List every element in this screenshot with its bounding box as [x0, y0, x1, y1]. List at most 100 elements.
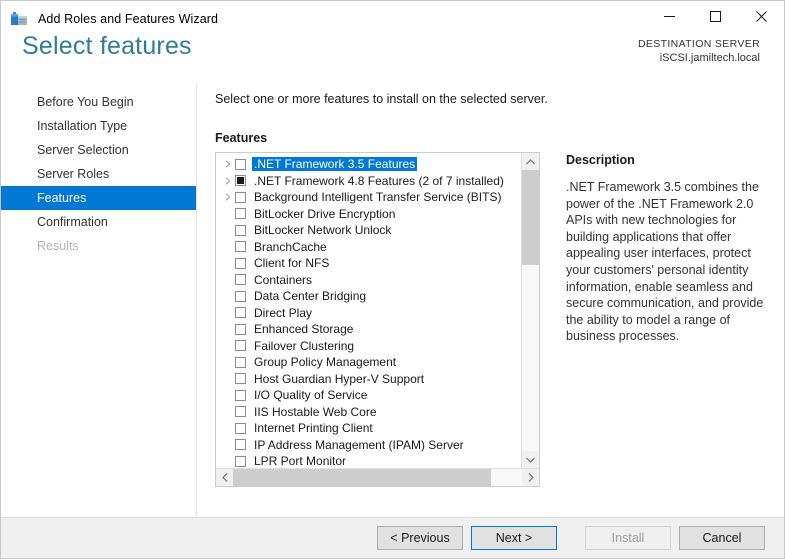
feature-row[interactable]: BitLocker Drive Encryption	[216, 206, 521, 223]
feature-checkbox[interactable]	[235, 257, 246, 269]
feature-label: IIS Hostable Web Core	[254, 404, 377, 419]
feature-row[interactable]: Host Guardian Hyper-V Support	[216, 371, 521, 388]
destination-server-label: DESTINATION SERVER	[637, 38, 760, 50]
feature-label: BranchCache	[254, 239, 327, 254]
horizontal-scroll-thumb[interactable]	[233, 469, 491, 486]
close-icon[interactable]	[738, 1, 784, 32]
feature-checkbox[interactable]	[235, 389, 246, 401]
feature-label: BitLocker Network Unlock	[254, 223, 392, 238]
feature-row[interactable]: Background Intelligent Transfer Service …	[216, 189, 521, 206]
feature-checkbox[interactable]	[235, 455, 246, 467]
feature-checkbox[interactable]	[235, 241, 246, 253]
next-button[interactable]: Next >	[471, 526, 557, 550]
sidebar-item-results: Results	[37, 239, 79, 253]
feature-label: .NET Framework 3.5 Features	[252, 157, 418, 172]
instruction-text: Select one or more features to install o…	[215, 92, 548, 106]
feature-row[interactable]: Client for NFS	[216, 255, 521, 272]
page-title: Select features	[22, 32, 192, 60]
wizard-footer: < Previous Next > Install Cancel	[1, 517, 784, 558]
horizontal-scroll-track[interactable]	[233, 469, 522, 486]
previous-button[interactable]: < Previous	[377, 526, 463, 550]
feature-checkbox[interactable]	[235, 439, 246, 451]
sidebar-item-installation-type[interactable]: Installation Type	[1, 114, 196, 138]
description-title: Description	[566, 153, 635, 167]
feature-row[interactable]: .NET Framework 3.5 Features	[216, 156, 521, 173]
feature-checkbox[interactable]	[235, 340, 246, 352]
features-list[interactable]: .NET Framework 3.5 Features .NET Framewor…	[216, 153, 521, 468]
features-list-box: .NET Framework 3.5 Features .NET Framewor…	[215, 152, 540, 487]
wizard-navigation: Before You Begin Installation Type Serve…	[1, 83, 197, 517]
feature-row[interactable]: .NET Framework 4.8 Features (2 of 7 inst…	[216, 173, 521, 190]
window-title: Add Roles and Features Wizard	[38, 11, 219, 26]
feature-label: Containers	[254, 272, 313, 287]
feature-checkbox[interactable]	[235, 356, 246, 368]
sidebar-item-before-you-begin[interactable]: Before You Begin	[1, 90, 196, 114]
scroll-left-icon[interactable]	[216, 469, 233, 486]
scroll-down-icon[interactable]	[522, 451, 539, 468]
vertical-scroll-track[interactable]	[522, 170, 539, 451]
feature-checkbox[interactable]	[235, 274, 246, 286]
feature-checkbox[interactable]	[235, 323, 246, 335]
feature-row[interactable]: IIS Hostable Web Core	[216, 404, 521, 421]
feature-label: Client for NFS	[254, 256, 330, 271]
feature-row[interactable]: Data Center Bridging	[216, 288, 521, 305]
feature-checkbox[interactable]	[235, 422, 246, 434]
feature-label: IP Address Management (IPAM) Server	[254, 437, 464, 452]
feature-row[interactable]: Group Policy Management	[216, 354, 521, 371]
feature-label: Group Policy Management	[254, 355, 397, 370]
feature-checkbox[interactable]	[235, 290, 246, 302]
maximize-icon[interactable]	[692, 1, 738, 32]
feature-label: Direct Play	[254, 305, 313, 320]
feature-checkbox[interactable]	[235, 175, 246, 187]
server-toolbox-icon	[10, 10, 30, 28]
destination-server-name: iSCSI.jamiltech.local	[659, 52, 760, 64]
description-pane: Description .NET Framework 3.5 combines …	[566, 152, 766, 487]
feature-row[interactable]: Containers	[216, 272, 521, 289]
feature-checkbox[interactable]	[235, 191, 246, 203]
content-area: Select one or more features to install o…	[197, 83, 784, 517]
chevron-right-icon[interactable]	[221, 177, 235, 185]
features-and-description: .NET Framework 3.5 Features .NET Framewor…	[215, 152, 784, 487]
feature-label: Failover Clustering	[254, 338, 355, 353]
caption-buttons	[646, 1, 784, 36]
feature-row[interactable]: I/O Quality of Service	[216, 387, 521, 404]
feature-label: Internet Printing Client	[254, 421, 373, 436]
features-horizontal-scrollbar[interactable]	[216, 468, 539, 486]
feature-checkbox[interactable]	[235, 406, 246, 418]
feature-row[interactable]: BitLocker Network Unlock	[216, 222, 521, 239]
feature-label: Enhanced Storage	[254, 322, 354, 337]
minimize-icon[interactable]	[646, 1, 692, 32]
feature-label: LPR Port Monitor	[254, 454, 347, 468]
scroll-right-icon[interactable]	[522, 469, 539, 486]
vertical-scroll-thumb[interactable]	[522, 170, 539, 265]
feature-row[interactable]: Internet Printing Client	[216, 420, 521, 437]
chevron-right-icon[interactable]	[221, 160, 235, 168]
scroll-up-icon[interactable]	[522, 153, 539, 170]
body-area: Before You Begin Installation Type Serve…	[1, 83, 784, 517]
feature-checkbox[interactable]	[235, 208, 246, 220]
description-text: .NET Framework 3.5 combines the power of…	[566, 180, 764, 344]
feature-row[interactable]: Failover Clustering	[216, 338, 521, 355]
feature-label: I/O Quality of Service	[254, 388, 368, 403]
feature-checkbox[interactable]	[235, 158, 246, 170]
sidebar-item-features[interactable]: Features	[1, 186, 196, 210]
sidebar-item-server-selection[interactable]: Server Selection	[1, 138, 196, 162]
feature-checkbox[interactable]	[235, 373, 246, 385]
feature-label: Data Center Bridging	[254, 289, 367, 304]
feature-row[interactable]: Direct Play	[216, 305, 521, 322]
feature-checkbox[interactable]	[235, 307, 246, 319]
feature-label: Background Intelligent Transfer Service …	[254, 190, 502, 205]
chevron-right-icon[interactable]	[221, 193, 235, 201]
feature-checkbox[interactable]	[235, 224, 246, 236]
feature-row[interactable]: BranchCache	[216, 239, 521, 256]
feature-row[interactable]: Enhanced Storage	[216, 321, 521, 338]
destination-server-block: DESTINATION SERVER iSCSI.jamiltech.local	[638, 37, 760, 65]
features-vertical-scrollbar[interactable]	[521, 153, 539, 468]
install-button: Install	[585, 526, 671, 550]
sidebar-item-confirmation[interactable]: Confirmation	[1, 210, 196, 234]
cancel-button[interactable]: Cancel	[679, 526, 765, 550]
feature-label: Host Guardian Hyper-V Support	[254, 371, 425, 386]
feature-row[interactable]: LPR Port Monitor	[216, 453, 521, 468]
feature-row[interactable]: IP Address Management (IPAM) Server	[216, 437, 521, 454]
sidebar-item-server-roles[interactable]: Server Roles	[1, 162, 196, 186]
